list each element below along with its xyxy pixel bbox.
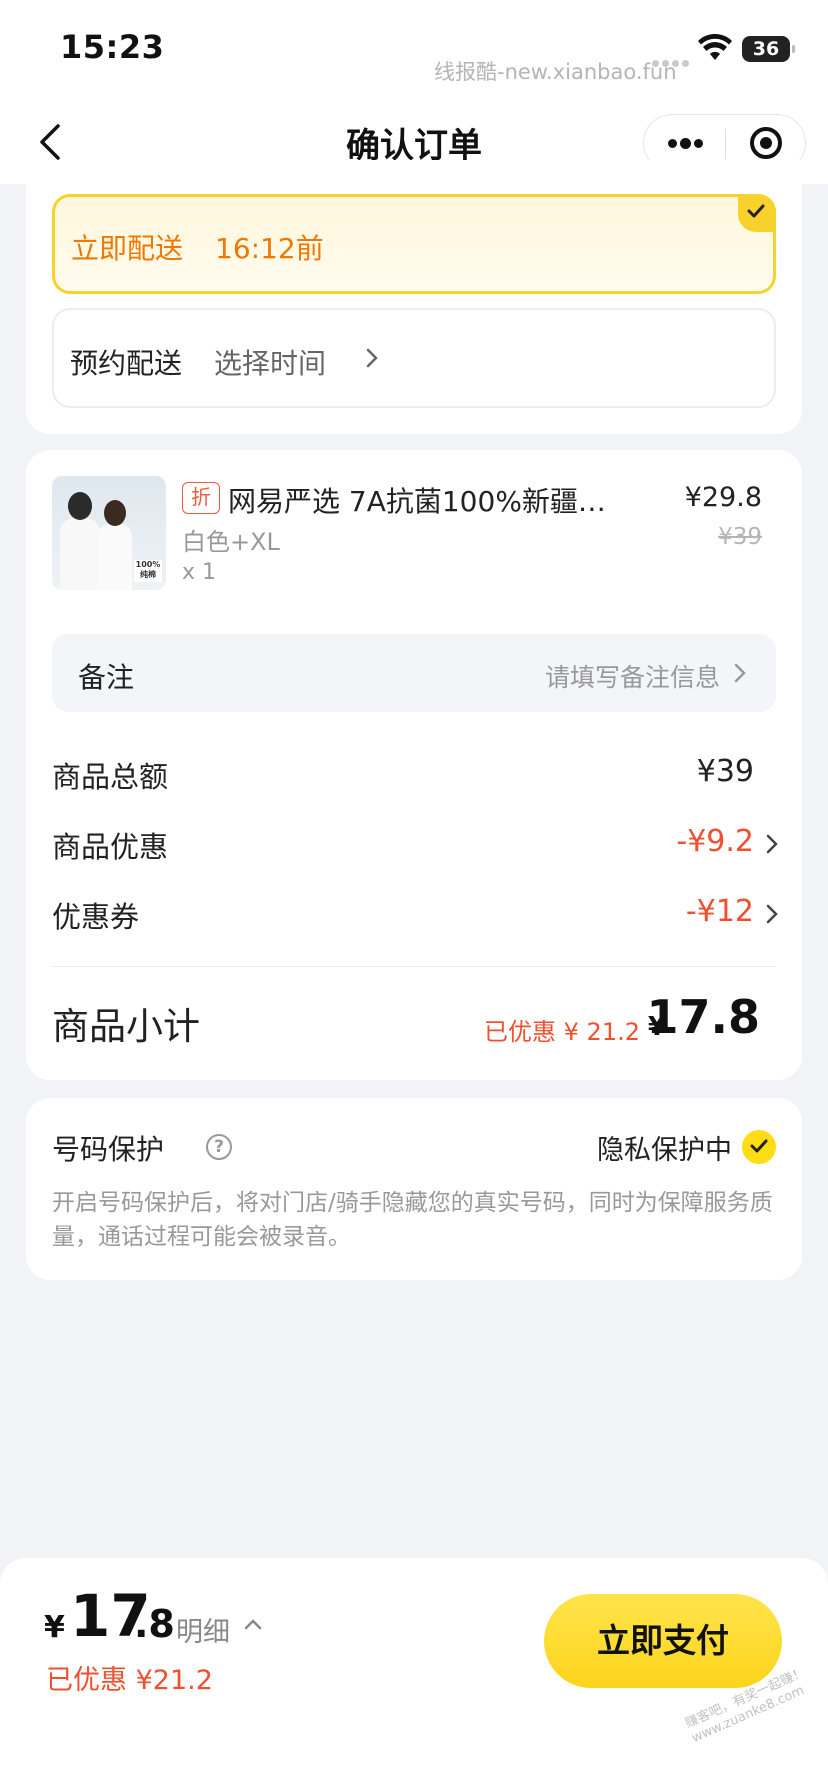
chevron-up-icon[interactable] bbox=[244, 1618, 262, 1630]
discount-row[interactable]: 商品优惠 -¥9.2 bbox=[52, 824, 792, 864]
status-time: 15:23 bbox=[60, 28, 165, 66]
battery-icon: 36 bbox=[742, 36, 795, 62]
chevron-right-icon bbox=[766, 834, 778, 854]
immediate-time: 16:12前 bbox=[215, 232, 324, 265]
total-currency: ¥ bbox=[44, 1610, 65, 1645]
delivery-option-immediate[interactable]: 立即配送 16:12前 bbox=[52, 194, 776, 294]
subtotal-label: 商品小计 bbox=[52, 1005, 200, 1048]
chevron-right-icon bbox=[366, 348, 378, 368]
total-row: 商品总额 ¥39 bbox=[52, 754, 792, 794]
product-image[interactable]: 100% 纯棉 bbox=[52, 476, 166, 590]
coupon-label: 优惠券 bbox=[52, 900, 140, 934]
product-card: 100% 纯棉 折 网易严选 7A抗菌100%新疆… 白色+XL x 1 ¥29… bbox=[26, 450, 802, 1080]
detail-toggle[interactable]: 明细 bbox=[176, 1610, 230, 1649]
cellular-signal-icon bbox=[652, 52, 692, 67]
product-quantity: x 1 bbox=[182, 560, 217, 585]
immediate-label: 立即配送 bbox=[71, 232, 184, 265]
total-value: ¥39 bbox=[696, 754, 754, 789]
discount-label: 商品优惠 bbox=[52, 830, 169, 864]
subtotal-saved: 已优惠 ¥ 21.2 bbox=[484, 1018, 640, 1046]
pay-now-button[interactable]: 立即支付 bbox=[544, 1594, 782, 1688]
total-amount-dec: .8 bbox=[134, 1602, 175, 1646]
product-image-caption: 100% 纯棉 bbox=[134, 560, 162, 582]
protection-status: 隐私保护中 bbox=[597, 1135, 732, 1166]
protection-description: 开启号码保护后，将对门店/骑手隐藏您的真实号码，同时为保障服务质量，通话过程可能… bbox=[52, 1190, 773, 1250]
scheduled-value: 选择时间 bbox=[214, 347, 327, 380]
protection-title: 号码保护 bbox=[52, 1133, 165, 1166]
remark-label: 备注 bbox=[78, 661, 135, 694]
subtotal-value: 17.8 bbox=[646, 990, 761, 1044]
divider bbox=[52, 966, 776, 967]
wifi-icon bbox=[698, 34, 732, 60]
number-protection-card: 号码保护 ? 隐私保护中 开启号码保护后，将对门店/骑手隐藏您的真实号码，同时为… bbox=[26, 1098, 802, 1280]
watermark-text: 线报酷-new.xianbao.fun bbox=[434, 60, 677, 84]
chevron-right-icon bbox=[766, 904, 778, 924]
product-variant: 白色+XL bbox=[182, 528, 280, 556]
remark-placeholder: 请填写备注信息 bbox=[544, 663, 720, 692]
help-icon[interactable]: ? bbox=[206, 1134, 232, 1160]
scheduled-label: 预约配送 bbox=[70, 347, 183, 380]
protection-toggle-check-icon[interactable] bbox=[742, 1130, 776, 1164]
bottom-pay-bar: ¥ 17 .8 明细 已优惠 ¥21.2 立即支付 bbox=[0, 1558, 828, 1792]
chevron-right-icon bbox=[734, 663, 746, 683]
discount-value: -¥9.2 bbox=[676, 824, 754, 859]
delivery-option-scheduled[interactable]: 预约配送 选择时间 bbox=[52, 308, 776, 408]
product-original-price: ¥39 bbox=[718, 524, 762, 550]
remark-row[interactable]: 备注 请填写备注信息 bbox=[52, 634, 776, 712]
total-label: 商品总额 bbox=[52, 760, 169, 794]
coupon-value: -¥12 bbox=[685, 894, 754, 929]
product-title: 网易严选 7A抗菌100%新疆… bbox=[228, 485, 606, 518]
product-price: ¥29.8 bbox=[684, 482, 762, 513]
total-saved: 已优惠 ¥21.2 bbox=[46, 1665, 213, 1696]
discount-badge: 折 bbox=[182, 482, 220, 514]
delivery-card: 立即配送 16:12前 预约配送 选择时间 bbox=[26, 160, 802, 434]
status-bar: 15:23 线报酷-new.xianbao.fun 36 bbox=[0, 0, 828, 100]
selected-check-icon bbox=[738, 194, 776, 232]
coupon-row[interactable]: 优惠券 -¥12 bbox=[52, 894, 792, 934]
